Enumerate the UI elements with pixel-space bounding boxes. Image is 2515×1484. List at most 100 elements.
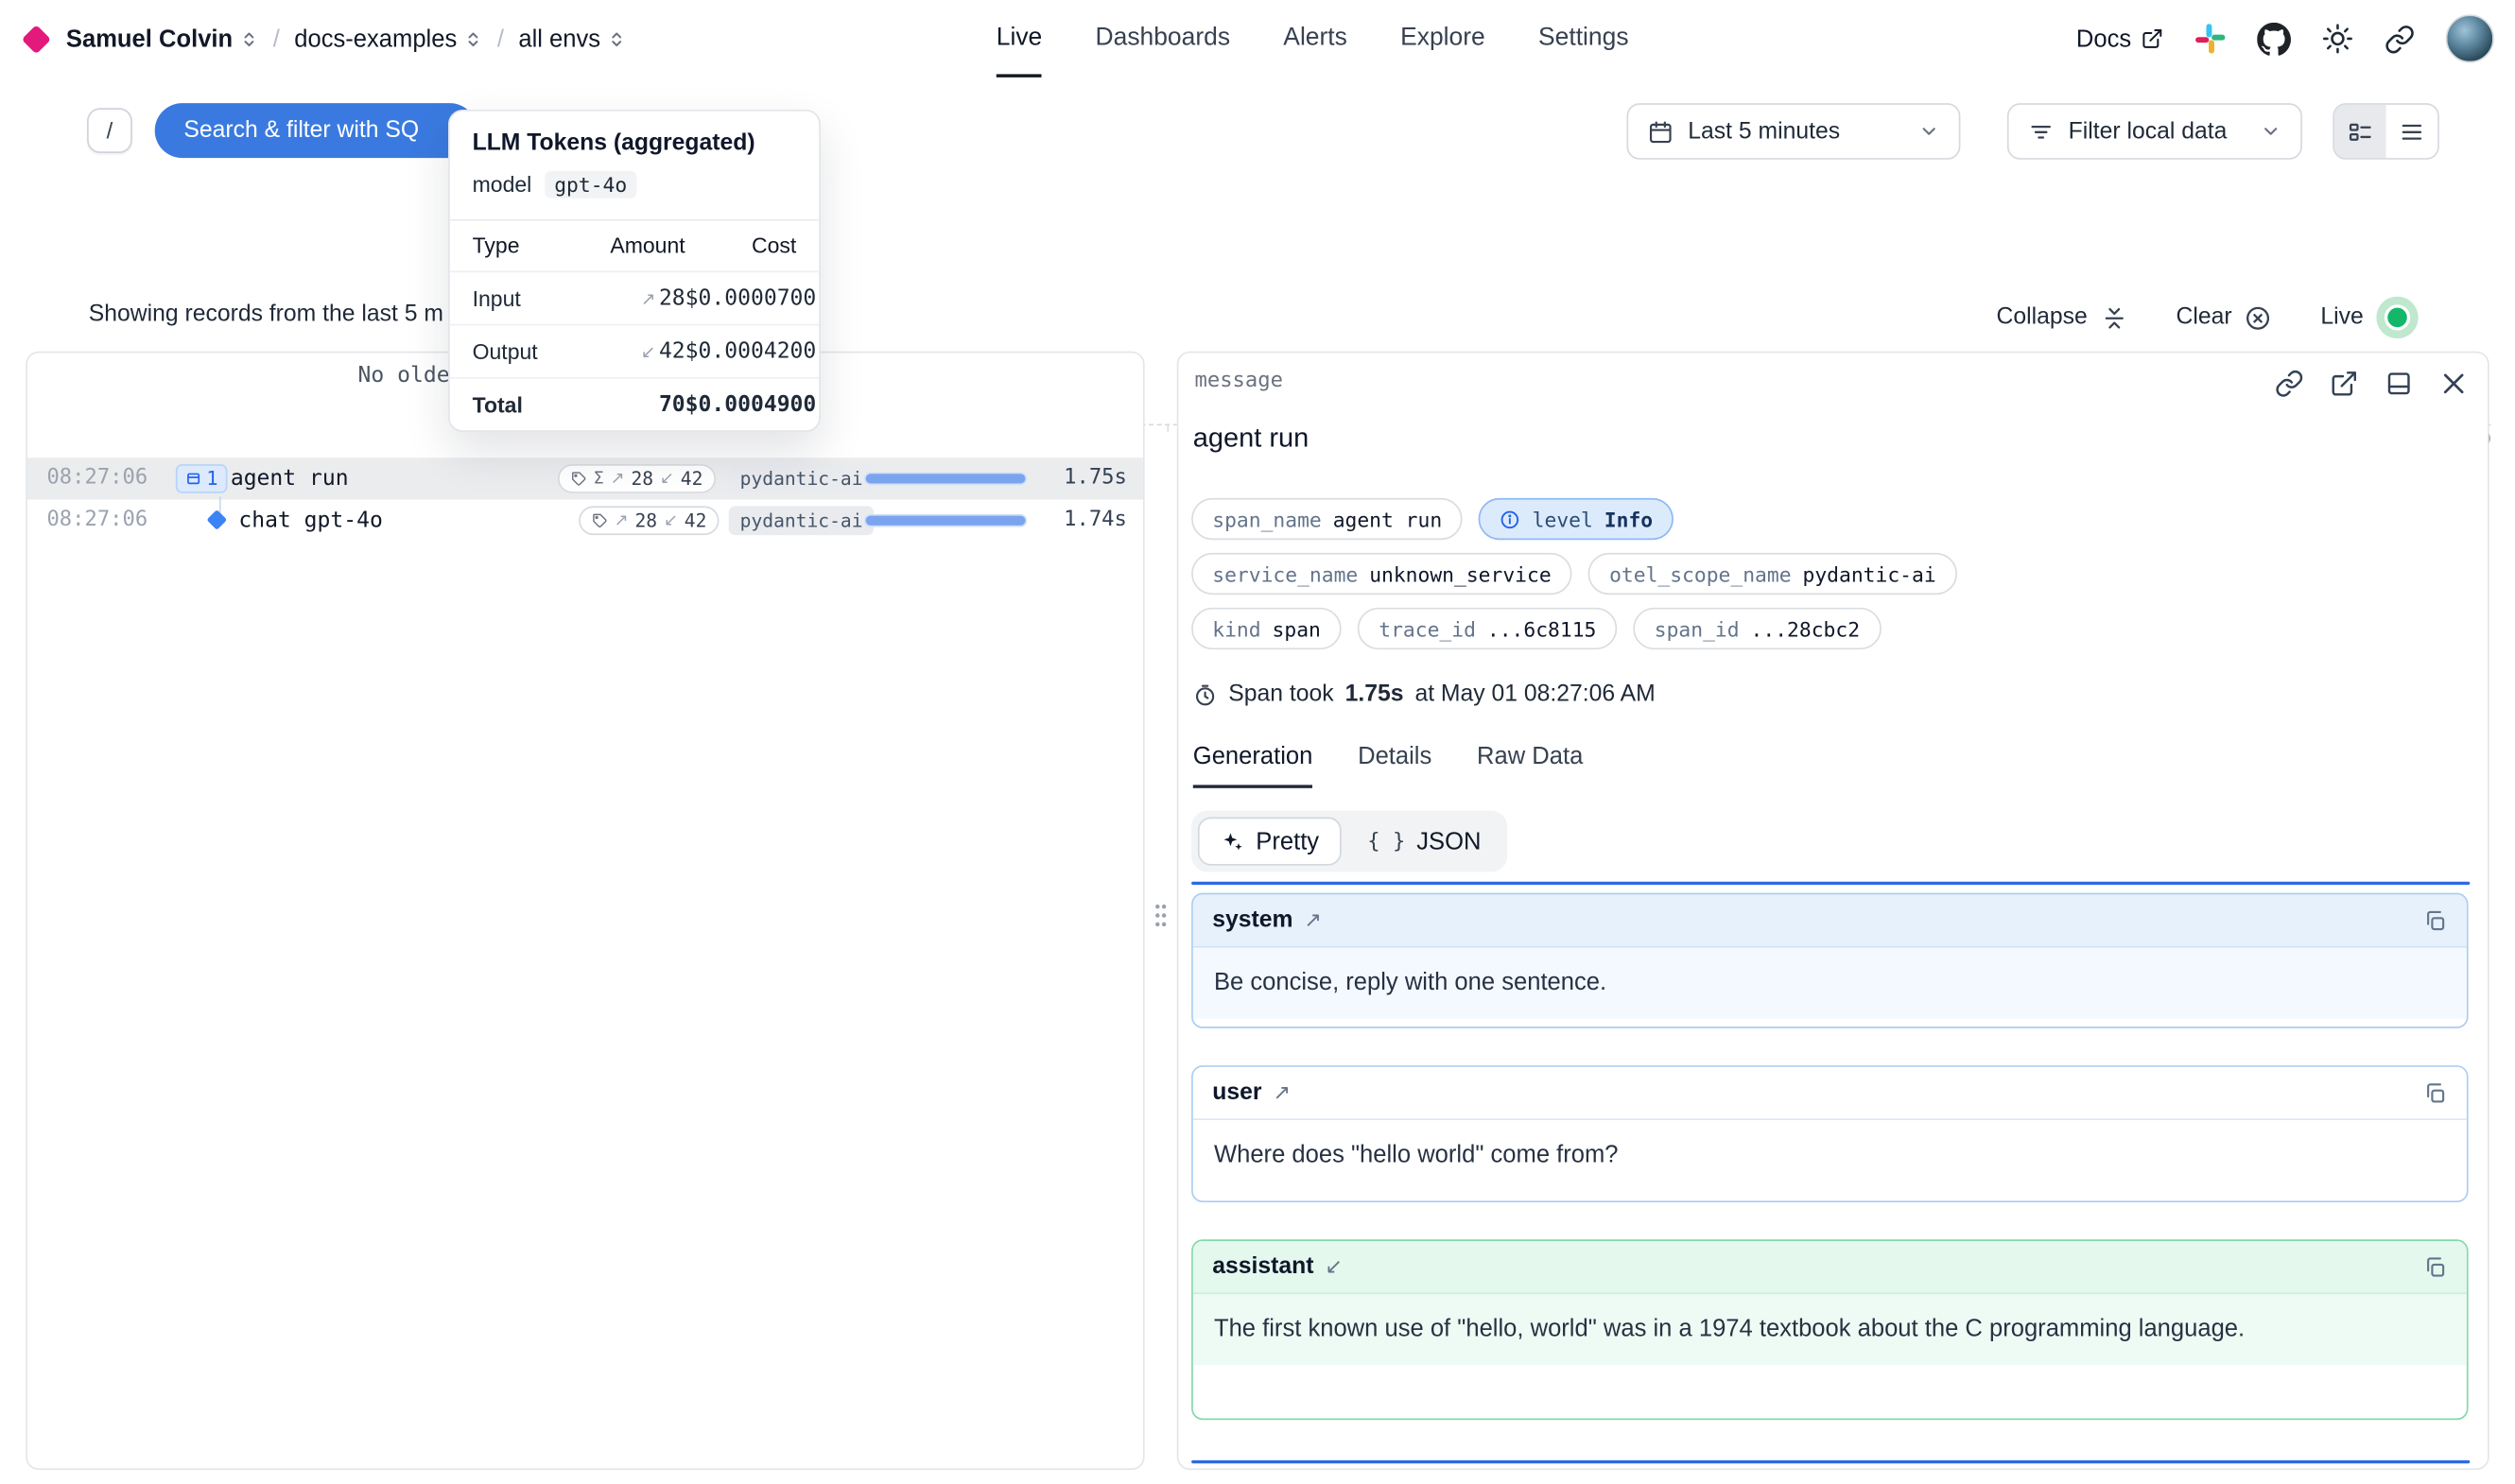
dock-panel-icon[interactable] (2385, 369, 2414, 398)
view-table-button[interactable] (2334, 105, 2386, 158)
pill-key: otel_scope_name (1609, 561, 1791, 586)
project-selector[interactable]: docs-examples (294, 25, 482, 52)
otel-scope-pill[interactable]: otel_scope_name pydantic-ai (1588, 553, 1957, 595)
pill-value: ...6c8115 (1487, 616, 1596, 641)
scope-tag[interactable]: pydantic-ai (729, 506, 875, 535)
message-header: assistant ↙ (1193, 1241, 2467, 1294)
search-shortcut-key[interactable]: / (87, 108, 132, 153)
children-count-badge[interactable]: 1 (176, 464, 228, 493)
message-text: The first known use of "hello, world" wa… (1214, 1312, 2334, 1347)
breadcrumb-separator: / (273, 25, 280, 52)
logfire-logo-icon[interactable] (22, 24, 51, 53)
share-link-icon[interactable] (2385, 24, 2415, 54)
input-tokens: 28 (631, 467, 653, 490)
docs-link[interactable]: Docs (2076, 25, 2163, 52)
span-duration-line: Span took 1.75s at May 01 08:27:06 AM (1193, 682, 1656, 707)
tokens-table: Type Amount Cost Input ↗28 $0.0000700 Ou… (450, 219, 819, 430)
filter-local-dropdown[interactable]: Filter local data (2007, 103, 2302, 160)
span-id-pill[interactable]: span_id ...28cbc2 (1634, 608, 1882, 649)
time-range-value: Last 5 minutes (1688, 118, 1903, 144)
github-icon[interactable] (2257, 22, 2291, 56)
took-duration: 1.75s (1345, 682, 1404, 707)
breadcrumb-separator: / (497, 25, 504, 52)
row-timestamp: 08:27:06 (46, 508, 147, 532)
chevron-down-icon (1918, 121, 1939, 142)
tab-raw-data[interactable]: Raw Data (1477, 743, 1583, 788)
tokens-pill[interactable]: Σ ↗28 ↙42 (558, 464, 716, 493)
span-name: agent run (231, 466, 349, 492)
trace-row-agent-run[interactable]: 08:27:06 1 agent run Σ ↗28 ↙42 pydantic-… (27, 457, 1143, 499)
open-external-icon[interactable] (2330, 369, 2359, 398)
span-name-pill[interactable]: span_name agent run (1191, 498, 1463, 540)
table-rows-icon (2348, 118, 2373, 144)
detail-tabs: Generation Details Raw Data (1193, 743, 1584, 788)
close-icon[interactable] (2439, 369, 2469, 398)
tab-generation[interactable]: Generation (1193, 743, 1313, 788)
level-pill[interactable]: level Info (1479, 498, 1674, 540)
tab-details[interactable]: Details (1358, 743, 1431, 788)
user-avatar[interactable] (2446, 14, 2494, 62)
input-arrow-icon: ↗ (611, 469, 625, 488)
time-range-dropdown[interactable]: Last 5 minutes (1626, 103, 1960, 160)
message-card-user: user ↗ Where does "hello world" come fro… (1191, 1065, 2468, 1202)
message-body: Where does "hello world" come from? (1193, 1120, 2467, 1191)
clear-button[interactable]: Clear (2176, 303, 2272, 331)
copy-icon[interactable] (2423, 1080, 2448, 1105)
pretty-toggle-button[interactable]: Pretty (1198, 818, 1342, 866)
tokens-pill[interactable]: ↗28 ↙42 (579, 506, 720, 535)
nav-settings[interactable]: Settings (1538, 0, 1629, 78)
message-card-system: system ↗ Be concise, reply with one sent… (1191, 893, 2468, 1028)
nav-right: Docs (2076, 0, 2494, 78)
pill-key: span_name (1212, 507, 1321, 531)
nav-explore[interactable]: Explore (1400, 0, 1485, 78)
pill-value: span (1273, 616, 1321, 641)
nav-live[interactable]: Live (997, 0, 1042, 78)
collapse-button[interactable]: Collapse (1996, 303, 2127, 331)
theme-sun-icon[interactable] (2321, 23, 2353, 55)
pill-value: agent run (1333, 507, 1442, 531)
tooltip-title: LLM Tokens (aggregated) (450, 112, 819, 160)
drag-dots-icon (1154, 903, 1168, 928)
info-icon (1500, 509, 1521, 529)
nav-dashboards[interactable]: Dashboards (1096, 0, 1231, 78)
live-label: Live (2320, 304, 2363, 330)
org-selector[interactable]: Samuel Colvin (66, 25, 259, 52)
panel-resize-handle[interactable] (1150, 896, 1172, 935)
copy-icon[interactable] (2423, 908, 2448, 933)
app-root: Samuel Colvin / docs-examples / all envs… (0, 0, 2515, 1484)
trace-id-pill[interactable]: trace_id ...6c8115 (1358, 608, 1617, 649)
clear-circle-x-icon (2245, 303, 2272, 331)
span-diamond-icon (206, 509, 227, 530)
output-arrow-icon: ↙ (660, 469, 674, 488)
model-key: model (473, 172, 532, 197)
breadcrumb: Samuel Colvin / docs-examples / all envs (26, 0, 626, 78)
outgoing-arrow-icon: ↗ (1304, 908, 1322, 933)
showing-records-note: Showing records from the last 5 m (89, 302, 443, 327)
row-type: Input (473, 286, 596, 311)
render-mode-toggle: Pretty { } JSON (1191, 811, 1507, 872)
json-toggle-button[interactable]: { } JSON (1348, 818, 1500, 866)
scope-tag[interactable]: pydantic-ai (729, 464, 875, 493)
search-filter-button[interactable]: Search & filter with SQ (155, 103, 477, 158)
row-amount: 70 (659, 391, 685, 417)
nav-alerts[interactable]: Alerts (1283, 0, 1347, 78)
tag-icon (571, 471, 587, 487)
copy-icon[interactable] (2423, 1254, 2448, 1279)
env-selector[interactable]: all envs (518, 25, 626, 52)
pill-key: span_id (1655, 616, 1740, 641)
copy-link-icon[interactable] (2275, 369, 2304, 398)
trace-row-chat[interactable]: 08:27:06 chat gpt-4o ↗28 ↙42 pydantic-ai… (27, 500, 1143, 542)
live-toggle[interactable] (2376, 297, 2418, 338)
top-nav: Samuel Colvin / docs-examples / all envs… (0, 0, 2515, 78)
row-cost: $0.0004200 (685, 338, 817, 364)
input-arrow-icon: ↗ (641, 287, 656, 308)
role-label: assistant (1212, 1254, 1313, 1280)
message-body: The first known use of "hello, world" wa… (1193, 1294, 2467, 1365)
role-label: system (1212, 907, 1292, 933)
kind-pill[interactable]: kind span (1191, 608, 1342, 649)
service-name-pill[interactable]: service_name unknown_service (1191, 553, 1572, 595)
view-list-button[interactable] (2386, 105, 2438, 158)
took-suffix: at May 01 08:27:06 AM (1414, 682, 1655, 707)
docs-label: Docs (2076, 25, 2131, 52)
slack-icon[interactable] (2194, 23, 2227, 55)
